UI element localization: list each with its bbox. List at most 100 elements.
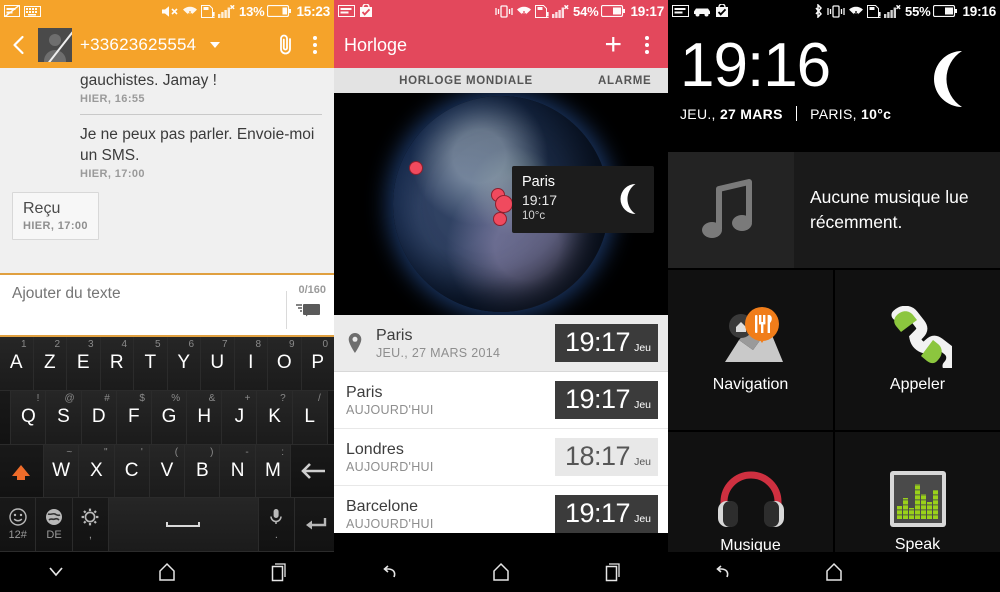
back-icon[interactable] [334,563,445,581]
signal-no-service-icon [218,4,236,18]
virtual-keyboard[interactable]: 1A 2Z 3E 4R 5T 6Y 7U 8I 9O 0P ! Q @ S # D $… [0,337,334,552]
keyboard-row-2: ! Q @ S # D $ F % G & H + J ? K / L [0,390,334,445]
tile-label: Appeler [889,376,946,393]
paperclip-icon[interactable] [276,33,296,57]
key-t[interactable]: 5T [134,337,168,391]
sdcard-alert-icon [867,4,881,18]
shift-up-icon[interactable] [0,444,44,499]
city-time: 19:17 [564,384,631,414]
key-i[interactable]: 8I [234,337,268,391]
navigation-bar-sms [0,552,334,592]
back-icon[interactable] [668,563,779,581]
key-q[interactable]: ! Q [11,390,47,445]
key-v[interactable]: (V [149,444,186,499]
key-m[interactable]: :M [255,444,292,499]
space-key[interactable] [109,498,259,552]
wifi-icon [182,5,198,18]
key-c[interactable]: ' C [114,444,150,499]
status-bar-car: 55% 19:16 [668,0,1000,22]
city-name: Paris [346,383,383,401]
city-marker[interactable] [409,161,423,175]
screenshot-root: 13% 15:23 +33623625554 gauchistes. Jamay… [0,0,1000,592]
key-n[interactable]: -N [220,444,256,499]
message-timestamp: HIER, 17:00 [80,168,145,180]
key-a[interactable]: 1A [0,337,34,391]
enter-return-icon[interactable] [295,498,334,552]
message-thread[interactable]: gauchistes. Jamay ! HIER, 16:55 Je ne pe… [0,68,334,273]
key-g[interactable]: % G [151,390,188,445]
list-item[interactable]: Barcelone AUJOURD'HUI 19:17 Jeu [334,486,668,533]
more-vertical-icon[interactable] [636,32,658,58]
key-s[interactable]: @ S [46,390,82,445]
wifi-icon [516,5,532,18]
city-marker[interactable] [495,195,513,213]
dashboard-clock[interactable]: 19:16 JEU., 27 MARS PARIS, 10°c [668,22,1000,150]
key-f[interactable]: $ F [116,390,152,445]
world-globe[interactable]: Paris 19:17 10°c [334,93,668,315]
plus-icon[interactable]: + [604,30,622,60]
panel-clock: 54% 19:17 Horloge + HORLOGE MONDIALE ALA… [334,0,668,592]
key-edge-left[interactable] [0,390,12,445]
home-icon[interactable] [111,562,222,582]
sdcard-alert-icon [201,4,215,18]
music-widget[interactable]: Aucune musique lue récemment. [668,150,1000,268]
back-chevron-icon[interactable] [8,34,30,56]
location-pin-icon [346,332,366,354]
home-icon[interactable] [445,562,556,582]
key-r[interactable]: 4R [100,337,134,391]
tile-appeler[interactable]: Appeler [835,270,1000,430]
list-item[interactable]: Paris JEU., 27 MARS 2014 19:17 Jeu [334,315,668,372]
message-input[interactable] [0,275,334,313]
globe-language-icon[interactable]: DE [36,498,73,552]
status-clock: 15:23 [296,3,330,19]
tab-bar: HORLOGE MONDIALE ALARME [334,68,668,93]
city-time-badge: 19:17 Jeu [555,495,658,533]
key-d[interactable]: # D [81,390,117,445]
list-item[interactable]: Paris AUJOURD'HUI 19:17 Jeu [334,372,668,429]
key-y[interactable]: 6Y [167,337,201,391]
play-store-icon [715,4,729,18]
key-l[interactable]: / L [292,390,328,445]
tab-world-clock[interactable]: HORLOGE MONDIALE [334,75,598,87]
send-message-icon[interactable] [286,291,330,329]
chevron-down-icon[interactable] [210,42,221,48]
key-x[interactable]: " X [79,444,115,499]
car-dashboard: 19:16 JEU., 27 MARS PARIS, 10°c Aucune m… [668,22,1000,592]
music-note-icon [668,152,794,268]
keyboard-icon [24,5,41,17]
hide-keyboard-icon[interactable] [0,564,111,580]
compose-area[interactable]: 0/160 [0,273,334,337]
moon-icon [916,48,978,110]
recents-icon[interactable] [557,562,668,582]
key-o[interactable]: 9O [268,337,302,391]
city-day: Jeu [634,456,651,468]
avatar[interactable] [38,28,72,62]
tab-alarm[interactable]: ALARME [598,75,668,87]
tile-navigation[interactable]: Navigation [668,270,833,430]
gear-icon[interactable]: , [72,498,110,552]
city-marker[interactable] [493,212,507,226]
city-clock-list[interactable]: Paris JEU., 27 MARS 2014 19:17 Jeu Paris… [334,315,668,533]
navigation-bar-clock [334,552,668,592]
key-k[interactable]: ? K [257,390,293,445]
status-clock: 19:16 [962,3,996,19]
weather-city: PARIS, [810,106,857,122]
key-w[interactable]: ~ W [43,444,80,499]
key-e[interactable]: 3E [67,337,101,391]
more-vertical-icon[interactable] [304,32,326,58]
home-icon[interactable] [779,562,890,582]
key-p[interactable]: 0P [301,337,334,391]
sms-app-bar: +33623625554 [0,22,334,68]
recents-icon[interactable] [223,562,334,582]
key-z[interactable]: 2Z [33,337,67,391]
key-h[interactable]: & H [187,390,223,445]
microphone-icon[interactable]: . [258,498,296,552]
key-b[interactable]: ) B [185,444,221,499]
backspace-icon[interactable] [291,444,334,499]
key-u[interactable]: 7U [201,337,235,391]
list-item[interactable]: Londres AUJOURD'HUI 18:17 Jeu [334,429,668,486]
key-j[interactable]: + J [222,390,258,445]
city-tooltip: Paris 19:17 10°c [512,166,654,233]
divider [795,106,797,121]
emoji-smiley-icon[interactable]: 12# [0,498,37,552]
